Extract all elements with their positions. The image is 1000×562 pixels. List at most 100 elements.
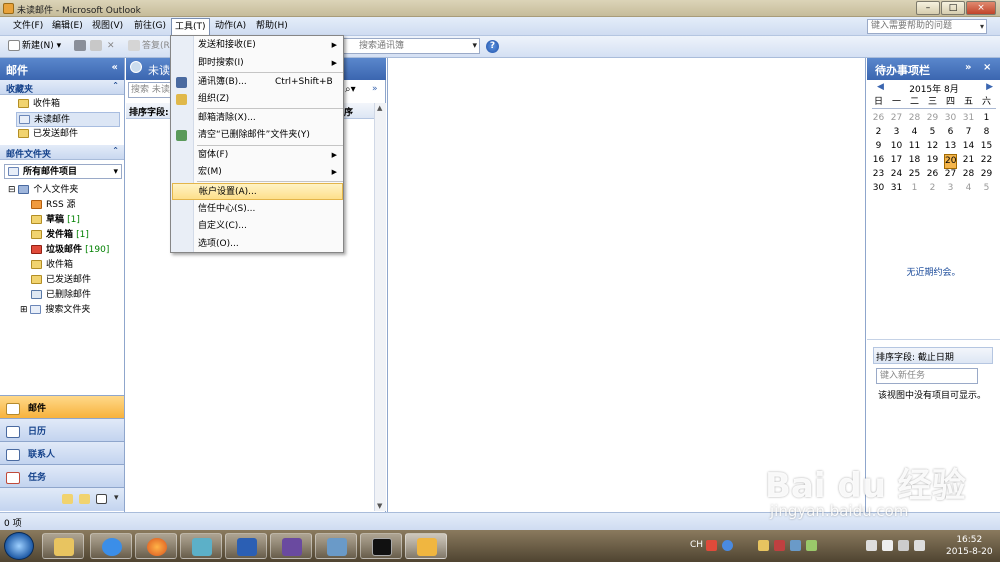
calendar-day[interactable]: 4: [908, 126, 921, 139]
menu-item-trust-center[interactable]: 信任中心(S)...: [172, 201, 343, 218]
menu-item-options[interactable]: 选项(O)...: [172, 236, 343, 253]
calendar-day[interactable]: 14: [962, 140, 975, 153]
folder-deleted[interactable]: 已删除邮件: [31, 288, 91, 303]
mail-folders-header[interactable]: 邮件文件夹 ⌃: [0, 145, 124, 160]
calendar-day[interactable]: 30: [872, 182, 885, 195]
calendar-day[interactable]: 10: [890, 140, 903, 153]
help-search-input[interactable]: 键入需要帮助的问题 ▾: [867, 19, 987, 34]
nav-button-mail[interactable]: 邮件: [0, 395, 124, 418]
calendar-day[interactable]: 24: [890, 168, 903, 181]
battery-icon[interactable]: [898, 540, 909, 551]
menu-item-forms[interactable]: 窗体(F) ▶: [172, 147, 343, 164]
calendar-day[interactable]: 21: [962, 154, 975, 167]
calendar-day[interactable]: 15: [980, 140, 993, 153]
new-button[interactable]: 新建(N) ▾: [8, 39, 61, 55]
calendar-day[interactable]: 5: [980, 182, 993, 195]
flag-icon[interactable]: [882, 540, 893, 551]
chevron-down-icon[interactable]: ▾: [980, 20, 984, 33]
favorites-header[interactable]: 收藏夹 ⌃: [0, 80, 124, 95]
favorite-inbox[interactable]: 收件箱: [18, 97, 60, 112]
taskbar-firefox[interactable]: [135, 533, 177, 559]
calendar-day[interactable]: 29: [980, 168, 993, 181]
scroll-down-icon[interactable]: ▼: [377, 502, 382, 510]
tray-icon[interactable]: [774, 540, 785, 551]
all-mail-items-dropdown[interactable]: 所有邮件项目 ▾: [4, 164, 122, 179]
chevron-up-icon[interactable]: ⌃: [112, 81, 119, 90]
collapse-tree-icon[interactable]: ⊟: [8, 185, 16, 195]
calendar-day[interactable]: 6: [944, 126, 957, 139]
menu-item-address-book[interactable]: 通讯簿(B)... Ctrl+Shift+B: [172, 74, 343, 91]
calendar-day[interactable]: 26: [926, 168, 939, 181]
chevron-down-icon[interactable]: ▾: [472, 39, 477, 53]
taskbar-app-blue[interactable]: [90, 533, 132, 559]
calendar-day[interactable]: 9: [872, 140, 885, 153]
menu-item-organize[interactable]: 组织(Z): [172, 91, 343, 108]
calendar-day[interactable]: 31: [890, 182, 903, 195]
task-sort-bar[interactable]: 排序字段: 截止日期: [873, 347, 993, 364]
input-language[interactable]: CH: [690, 540, 703, 550]
calendar-day[interactable]: 31: [962, 112, 975, 125]
calendar-day[interactable]: 12: [926, 140, 939, 153]
tray-icon[interactable]: [706, 540, 717, 551]
menu-item-customize[interactable]: 自定义(C)...: [172, 218, 343, 235]
list-scrollbar[interactable]: ▲ ▼: [374, 103, 386, 511]
delete-button[interactable]: ✕: [107, 39, 115, 55]
folder-drafts[interactable]: 草稿 [1]: [31, 213, 80, 228]
menu-item-send-receive[interactable]: 发送和接收(E) ▶: [172, 37, 343, 54]
network-icon[interactable]: [866, 540, 877, 551]
calendar-day[interactable]: 3: [944, 182, 957, 195]
folder-inbox[interactable]: 收件箱: [31, 258, 73, 273]
outlook-app-icon[interactable]: [3, 3, 14, 14]
menu-item-instant-search[interactable]: 即时搜索(I) ▶: [172, 55, 343, 72]
prev-month-icon[interactable]: ◀: [877, 82, 884, 92]
tray-icon[interactable]: [806, 540, 817, 551]
notes-icon[interactable]: [62, 494, 73, 504]
calendar-day[interactable]: 7: [962, 126, 975, 139]
tray-icon[interactable]: [758, 540, 769, 551]
calendar-day[interactable]: 3: [890, 126, 903, 139]
help-icon[interactable]: ?: [486, 40, 499, 53]
close-button[interactable]: ×: [966, 1, 996, 15]
menu-item-mailbox-cleanup[interactable]: 邮箱清除(X)...: [172, 110, 343, 127]
nav-button-contacts[interactable]: 联系人: [0, 441, 124, 464]
chevron-up-icon[interactable]: ⌃: [112, 146, 119, 155]
calendar-day[interactable]: 18: [908, 154, 921, 167]
volume-icon[interactable]: [914, 540, 925, 551]
menu-edit[interactable]: 编辑(E): [49, 18, 86, 35]
calendar-day[interactable]: 27: [890, 112, 903, 125]
calendar-day[interactable]: 2: [872, 126, 885, 139]
folder-outbox[interactable]: 发件箱 [1]: [31, 228, 89, 243]
calendar-day[interactable]: 4: [962, 182, 975, 195]
chevron-down-icon[interactable]: ▾: [113, 165, 118, 180]
reply-button[interactable]: 答复(R): [128, 39, 173, 55]
folder-list-icon[interactable]: [79, 494, 90, 504]
calendar-day[interactable]: 17: [890, 154, 903, 167]
taskbar-app-game[interactable]: [270, 533, 312, 559]
folder-rss[interactable]: RSS 源: [31, 198, 76, 213]
nav-button-tasks[interactable]: 任务: [0, 464, 124, 487]
calendar-day[interactable]: 29: [926, 112, 939, 125]
tray-icon[interactable]: [790, 540, 801, 551]
calendar-day[interactable]: 16: [872, 154, 885, 167]
taskbar-word[interactable]: [225, 533, 267, 559]
new-task-input[interactable]: 键入新任务: [876, 368, 978, 384]
calendar-day[interactable]: 28: [908, 112, 921, 125]
menu-actions[interactable]: 动作(A): [212, 18, 249, 35]
folder-junk[interactable]: 垃圾邮件 [190]: [31, 243, 109, 258]
taskbar-explorer[interactable]: [42, 533, 84, 559]
menu-help[interactable]: 帮助(H): [253, 18, 291, 35]
calendar-day[interactable]: 13: [944, 140, 957, 153]
collapse-icon[interactable]: »: [965, 62, 971, 73]
taskbar-cmd[interactable]: [360, 533, 402, 559]
shortcuts-icon[interactable]: [96, 494, 107, 504]
next-month-icon[interactable]: ▶: [986, 82, 993, 92]
menu-item-account-settings[interactable]: 帐户设置(A)...: [172, 183, 343, 200]
calendar-day[interactable]: 11: [908, 140, 921, 153]
personal-folders[interactable]: ⊟ 个人文件夹: [8, 183, 78, 198]
configure-buttons-icon[interactable]: ▾: [114, 493, 119, 503]
menu-item-macro[interactable]: 宏(M) ▶: [172, 164, 343, 181]
calendar-day[interactable]: 1: [908, 182, 921, 195]
calendar-day[interactable]: 2: [926, 182, 939, 195]
address-book-search-input[interactable]: 搜索通讯簿 ▾: [343, 38, 480, 54]
expand-tree-icon[interactable]: ⊞: [20, 305, 28, 315]
